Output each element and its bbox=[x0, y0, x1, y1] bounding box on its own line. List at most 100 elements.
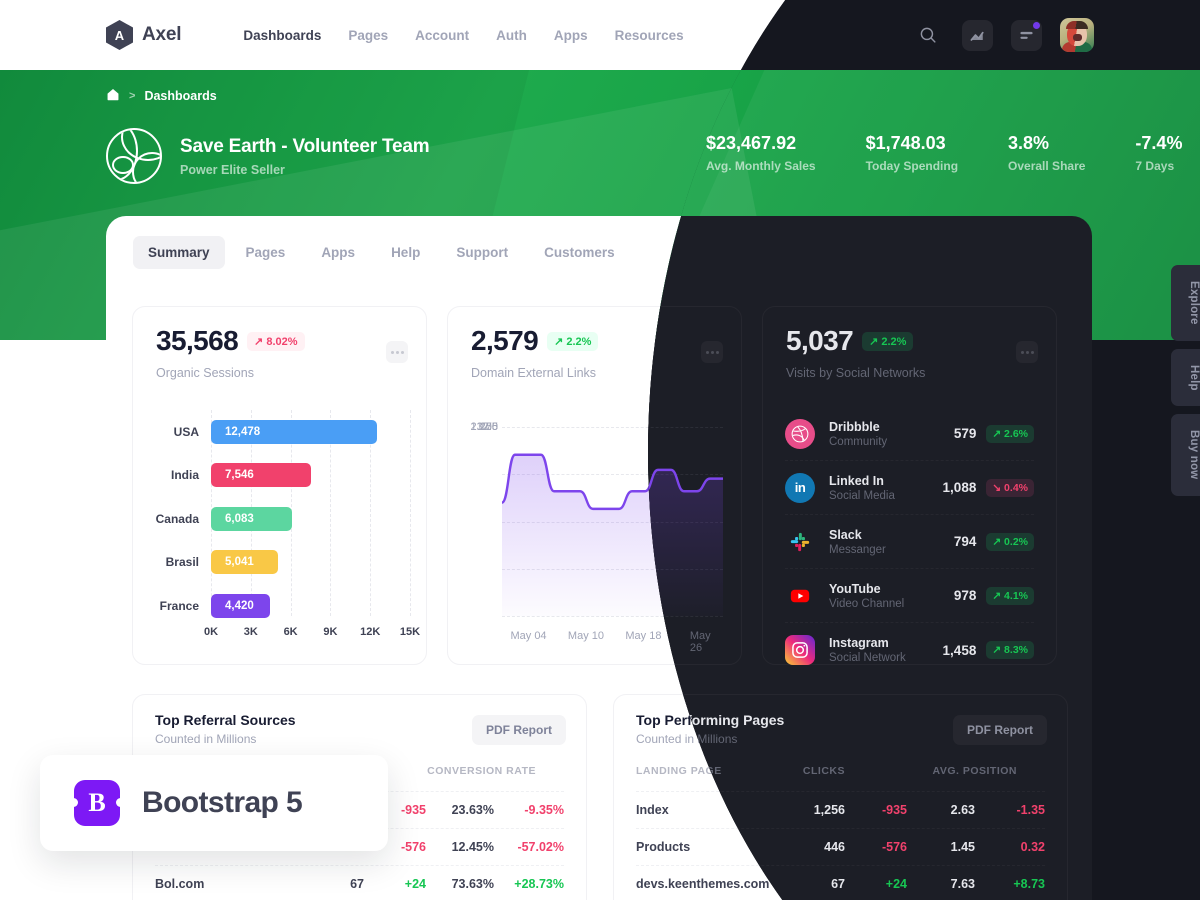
hero-stat-label: Avg. Monthly Sales bbox=[706, 159, 816, 173]
slack-icon bbox=[785, 527, 815, 557]
bar-value: 5,041 bbox=[225, 556, 254, 569]
search-icon[interactable] bbox=[913, 20, 944, 51]
cell-clicks: 1,256 bbox=[813, 803, 845, 817]
nav-item-resources[interactable]: Resources bbox=[615, 28, 684, 43]
social-visits-delta: ↗ 2.2% bbox=[862, 331, 914, 351]
cell-position-delta: -1.35 bbox=[1016, 803, 1046, 817]
avatar[interactable] bbox=[1060, 18, 1094, 52]
hero-stat-value: -7.4% bbox=[1135, 133, 1183, 153]
pdf-report-button[interactable]: PDF Report bbox=[953, 715, 1047, 745]
hero-stat: $1,748.03 Today Spending bbox=[866, 133, 958, 173]
list-item[interactable]: DribbbleCommunity 579 ↗ 2.6% bbox=[785, 407, 1034, 461]
cell-rate: 23.63% bbox=[451, 803, 494, 817]
sidetab-explore[interactable]: Explore bbox=[1171, 265, 1200, 341]
social-sub: Social Media bbox=[829, 489, 895, 502]
hero-stat-value: $23,467.92 bbox=[706, 133, 797, 153]
pdf-report-button[interactable]: PDF Report bbox=[472, 715, 566, 745]
bar-x-tick: 9K bbox=[323, 626, 338, 638]
bar-label: USA bbox=[173, 424, 199, 439]
nav-item-apps[interactable]: Apps bbox=[554, 28, 588, 43]
tab-support[interactable]: Support bbox=[441, 236, 523, 269]
panel-tabs: SummaryPagesAppsHelpSupportCustomers bbox=[133, 236, 630, 269]
social-value: 579 bbox=[953, 426, 977, 441]
cell-rate: 73.63% bbox=[451, 877, 494, 891]
home-icon[interactable] bbox=[106, 87, 120, 104]
bar-row: Brasil 5,041 bbox=[149, 541, 410, 585]
bar-label: France bbox=[159, 598, 199, 613]
nav-item-account[interactable]: Account bbox=[415, 28, 469, 43]
hero-stat: -7.4% 7 Days bbox=[1135, 133, 1182, 173]
social-value: 794 bbox=[953, 534, 977, 549]
table-row: Bol.com 67 +24 73.63% +28.73% bbox=[155, 865, 564, 900]
tab-customers[interactable]: Customers bbox=[529, 236, 630, 269]
social-name: YouTube bbox=[829, 581, 881, 596]
header-actions bbox=[913, 0, 1094, 70]
hero-title: Save Earth - Volunteer Team bbox=[180, 135, 430, 157]
list-item[interactable]: in Linked InSocial Media 1,088 ↘ 0.4% bbox=[785, 461, 1034, 515]
cell-clicks-delta: -935 bbox=[881, 803, 907, 817]
organic-sessions-caption: Organic Sessions bbox=[156, 366, 254, 380]
social-visits-value: 5,037 bbox=[786, 325, 854, 356]
bar-row: Canada 6,083 bbox=[149, 497, 410, 541]
more-dots-icon[interactable] bbox=[386, 341, 408, 363]
tab-pages[interactable]: Pages bbox=[231, 236, 301, 269]
bar-x-tick: 6K bbox=[283, 626, 298, 638]
tab-help[interactable]: Help bbox=[376, 236, 435, 269]
more-dots-icon[interactable] bbox=[701, 341, 723, 363]
nav-item-pages[interactable]: Pages bbox=[348, 28, 388, 43]
social-name: Instagram bbox=[829, 636, 889, 650]
social-value: 1,088 bbox=[942, 480, 977, 495]
breadcrumb: > Dashboards bbox=[106, 87, 217, 104]
tab-apps[interactable]: Apps bbox=[306, 236, 370, 269]
hero-stat-label: Overall Share bbox=[1008, 159, 1086, 173]
nav-item-dashboards[interactable]: Dashboards bbox=[243, 28, 321, 43]
bootstrap-letter: B bbox=[88, 788, 106, 817]
tab-summary[interactable]: Summary bbox=[133, 236, 225, 269]
bar-label: India bbox=[170, 468, 199, 483]
bar-x-tick: 3K bbox=[243, 626, 258, 638]
cell-rate-delta: +28.73% bbox=[514, 877, 564, 891]
brand[interactable]: A Axel bbox=[106, 20, 182, 50]
linkedin-icon: in bbox=[785, 472, 815, 503]
bar-x-tick: 0K bbox=[203, 626, 219, 638]
bootstrap-promo-card[interactable]: B Bootstrap 5 bbox=[40, 755, 388, 851]
bootstrap-icon: B bbox=[69, 780, 125, 826]
brand-logo-icon: A bbox=[106, 20, 133, 50]
bar-value: 12,478 bbox=[225, 425, 261, 438]
cell-rate-delta: -9.35% bbox=[524, 803, 564, 817]
social-value: 978 bbox=[953, 588, 977, 603]
sidetab-help[interactable]: Help bbox=[1171, 348, 1200, 407]
social-delta-badge: ↘ 0.4% bbox=[986, 478, 1034, 497]
social-name: Slack bbox=[829, 527, 862, 542]
list-item[interactable]: Instagram Social Network 1,458 ↗ 8.3% bbox=[785, 623, 1034, 677]
bar-value: 6,083 bbox=[225, 512, 254, 525]
table-subtitle: Counted in Millions bbox=[155, 732, 257, 746]
hero-stat: $23,467.92 Avg. Monthly Sales bbox=[706, 133, 816, 173]
domain-links-value: 2,579 bbox=[471, 325, 539, 356]
chart-icon[interactable] bbox=[962, 19, 993, 51]
line-x-tick: May 10 bbox=[567, 630, 605, 642]
bar-label: Brasil bbox=[165, 555, 199, 570]
list-item[interactable]: SlackMessanger 794 ↗ 0.2% bbox=[785, 515, 1034, 569]
notifications-icon[interactable] bbox=[1011, 19, 1042, 51]
cell-position-delta: 0.32 bbox=[1020, 840, 1045, 854]
cell-clicks: 67 bbox=[831, 877, 845, 891]
cell-name: Bol.com bbox=[155, 877, 205, 891]
social-visits-card: 5,037 ↗ 2.2% Visits by Social Networks Drib… bbox=[762, 306, 1057, 665]
social-sub: Video Channel bbox=[829, 597, 905, 610]
social-sub: Community bbox=[829, 435, 888, 448]
hero-subtitle: Power Elite Seller bbox=[180, 162, 285, 177]
hero-stats: $23,467.92 Avg. Monthly Sales $1,748.03 Tod… bbox=[706, 133, 1182, 173]
cell-position-delta: +8.73 bbox=[1013, 877, 1045, 891]
bar-row: France 4,420 bbox=[149, 584, 410, 628]
social-delta-badge: ↗ 2.6% bbox=[986, 424, 1034, 443]
breadcrumb-current[interactable]: Dashboards bbox=[144, 89, 216, 103]
more-dots-icon[interactable] bbox=[1016, 341, 1038, 363]
organic-sessions-value: 35,568 bbox=[156, 325, 239, 356]
nav-item-auth[interactable]: Auth bbox=[496, 28, 527, 43]
cell-clicks-delta: -576 bbox=[881, 840, 907, 854]
list-item[interactable]: YouTubeVideo Channel 978 ↗ 4.1% bbox=[785, 569, 1034, 623]
sidetab-buy-now[interactable]: Buy now bbox=[1171, 414, 1200, 496]
social-delta-badge: ↗ 8.3% bbox=[986, 641, 1034, 659]
organic-sessions-card: 35,568 ↗ 8.02% Organic Sessions USA 12,478 In… bbox=[132, 306, 427, 665]
